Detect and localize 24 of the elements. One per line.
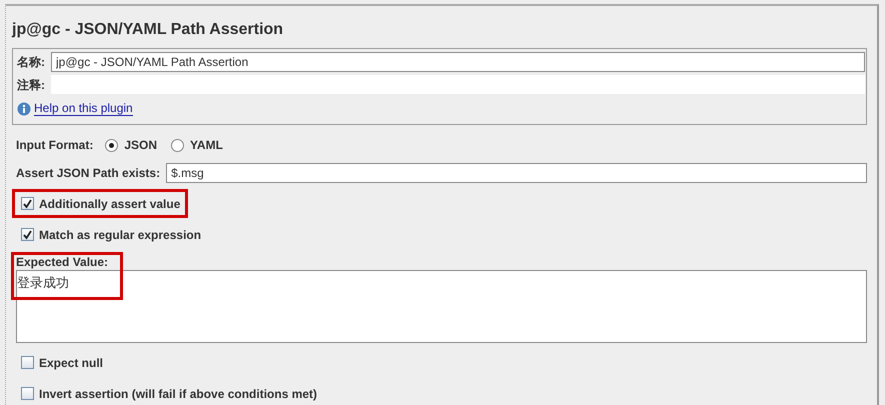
radio-label[interactable]: JSON xyxy=(124,136,158,154)
expected-value-label: Expected Value: xyxy=(16,254,110,270)
help-link[interactable]: Help on this plugin xyxy=(34,102,133,116)
checkbox[interactable] xyxy=(21,387,34,400)
panel-title: jp@gc - JSON/YAML Path Assertion xyxy=(12,20,284,40)
input-format-label: Input Format: xyxy=(16,137,94,154)
name-field[interactable]: jp@gc - JSON/YAML Path Assertion xyxy=(51,52,865,72)
radio-button[interactable] xyxy=(171,138,184,152)
json-path-field[interactable]: $.msg xyxy=(166,163,867,183)
checkbox[interactable] xyxy=(21,228,34,241)
checkbox-label[interactable]: Expect null xyxy=(39,354,104,372)
radio-button[interactable] xyxy=(105,138,118,152)
name-label: 名称: xyxy=(17,54,45,70)
checkbox-label[interactable]: Additionally assert value xyxy=(39,194,180,212)
checkbox[interactable] xyxy=(21,356,34,369)
checkbox-label[interactable]: Match as regular expression xyxy=(39,226,202,244)
radio-label[interactable]: YAML xyxy=(190,136,223,154)
expected-value-field[interactable]: 登录成功 xyxy=(16,270,867,343)
comment-field[interactable] xyxy=(51,75,865,94)
info-icon xyxy=(17,102,31,116)
checkbox[interactable] xyxy=(21,197,34,210)
checkbox-label[interactable]: Invert assertion (will fail if above conditions met) xyxy=(39,384,318,402)
json-path-label: Assert JSON Path exists: xyxy=(16,165,160,182)
comment-label: 注释: xyxy=(17,76,45,94)
